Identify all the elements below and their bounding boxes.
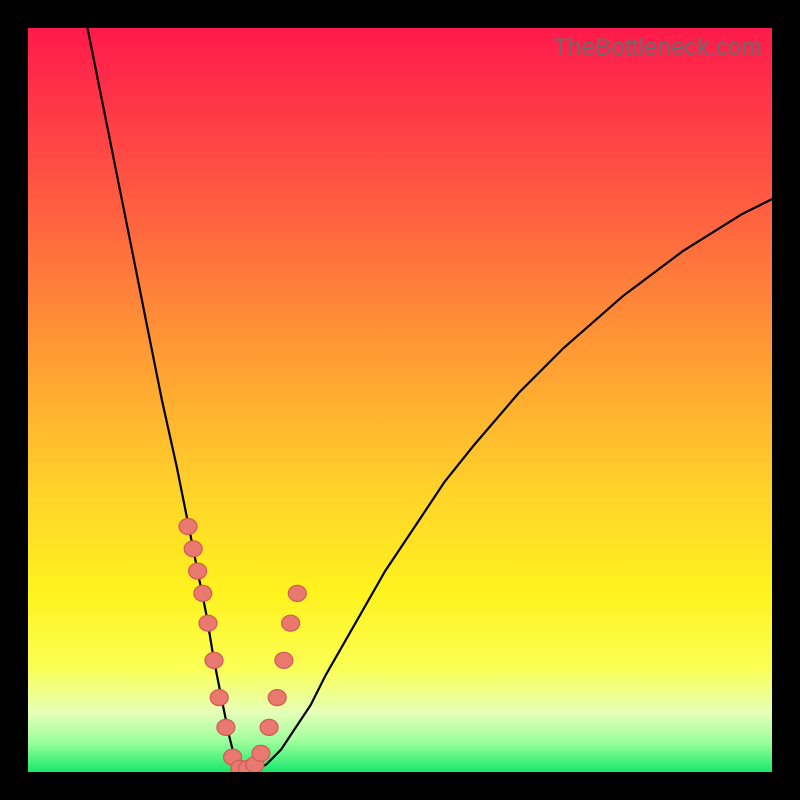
frame: TheBottleneck.com	[0, 0, 800, 800]
data-point	[217, 719, 235, 735]
data-point	[205, 652, 223, 668]
data-point	[199, 615, 217, 631]
chart-svg	[28, 28, 772, 772]
marker-group	[179, 519, 306, 773]
bottleneck-curve	[88, 28, 773, 772]
data-point	[268, 690, 286, 706]
data-point	[260, 719, 278, 735]
data-point	[288, 585, 306, 601]
data-point	[275, 652, 293, 668]
data-point	[282, 615, 300, 631]
data-point	[179, 519, 197, 535]
data-point	[210, 690, 228, 706]
data-point	[184, 541, 202, 557]
data-point	[189, 563, 207, 579]
plot-area: TheBottleneck.com	[28, 28, 772, 772]
data-point	[194, 585, 212, 601]
data-point	[252, 745, 270, 761]
